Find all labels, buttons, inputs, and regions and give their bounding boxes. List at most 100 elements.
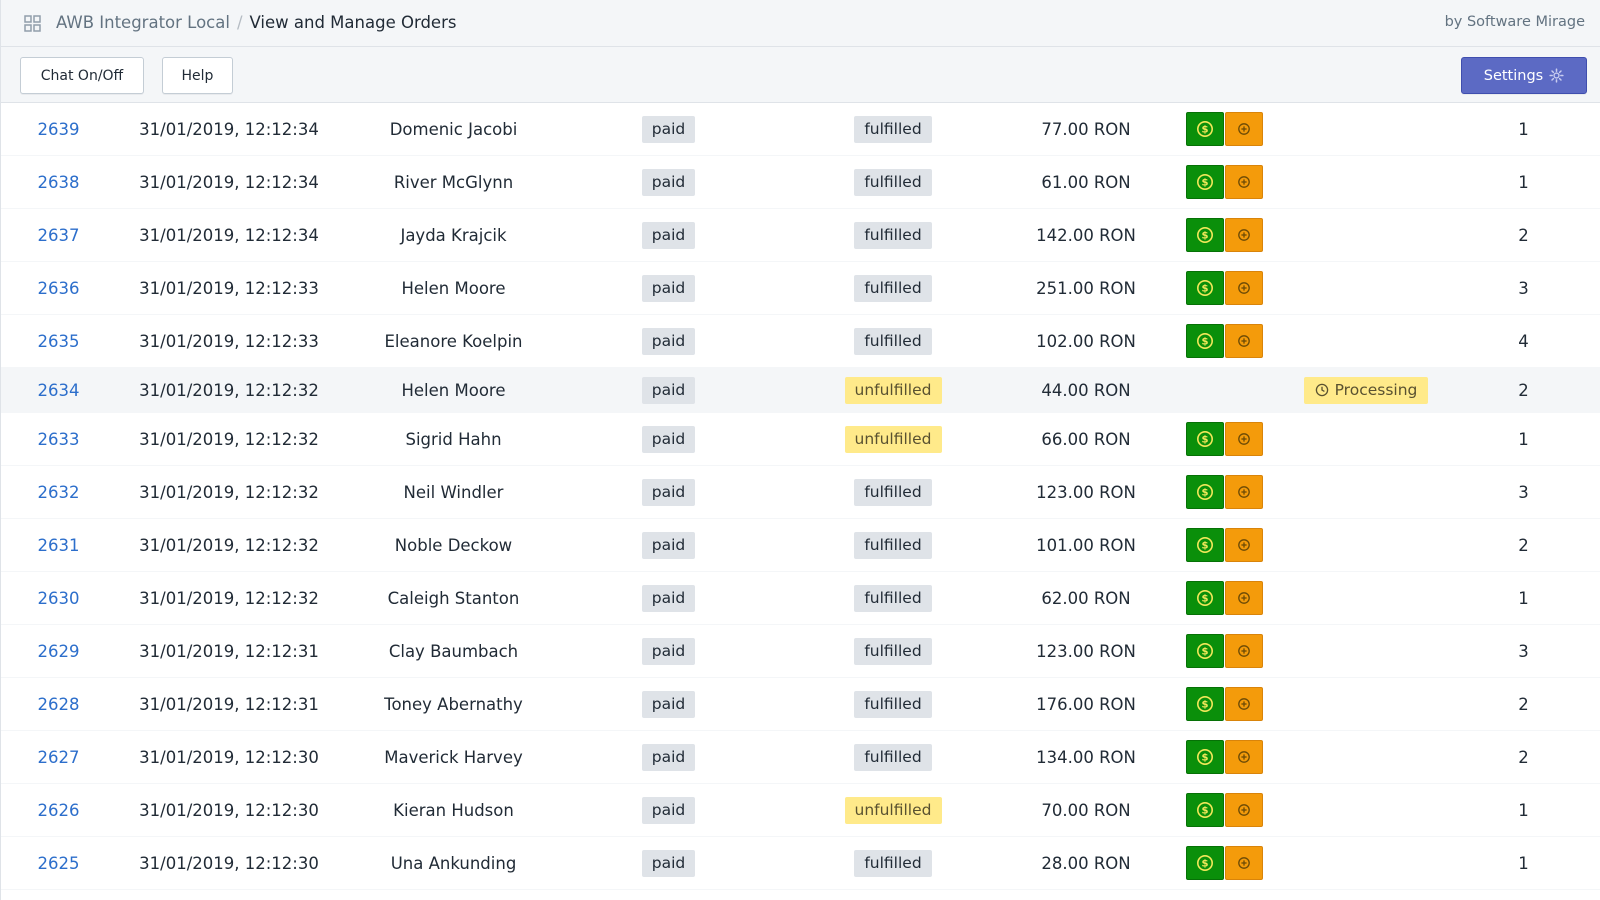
svg-text:$: $ <box>1202 700 1209 711</box>
payment-status-badge: paid <box>641 115 696 143</box>
table-row[interactable]: 2626 31/01/2019, 12:12:30 Kieran Hudson pai… <box>1 784 1600 837</box>
order-id-link[interactable]: 2637 <box>38 226 80 245</box>
add-awb-button[interactable] <box>1225 581 1263 615</box>
fulfillment-status-badge: fulfilled <box>854 690 932 718</box>
svg-text:$: $ <box>1202 125 1209 136</box>
add-awb-button[interactable] <box>1225 422 1263 456</box>
settings-button-label: Settings <box>1483 67 1544 84</box>
help-button[interactable]: Help <box>162 57 233 94</box>
order-date: 31/01/2019, 12:12:34 <box>139 225 319 245</box>
order-id-link[interactable]: 2625 <box>38 854 80 873</box>
dollar-circle-icon: $ <box>1196 430 1214 448</box>
table-row[interactable]: 2629 31/01/2019, 12:12:31 Clay Baumbach pai… <box>1 625 1600 678</box>
create-awb-button[interactable]: $ <box>1186 422 1224 456</box>
table-row[interactable]: 2627 31/01/2019, 12:12:30 Maverick Harvey p… <box>1 731 1600 784</box>
order-id-link[interactable]: 2629 <box>38 642 80 661</box>
svg-text:$: $ <box>1202 594 1209 605</box>
dollar-circle-icon: $ <box>1196 536 1214 554</box>
customer-name: Domenic Jacobi <box>389 119 518 139</box>
order-id-link[interactable]: 2630 <box>38 589 80 608</box>
svg-text:$: $ <box>1202 231 1209 242</box>
order-id-link[interactable]: 2633 <box>38 430 80 449</box>
order-id-link[interactable]: 2632 <box>38 483 80 502</box>
plus-circle-icon <box>1235 801 1253 819</box>
order-id-link[interactable]: 2635 <box>38 332 80 351</box>
add-awb-button[interactable] <box>1225 634 1263 668</box>
add-awb-button[interactable] <box>1225 165 1263 199</box>
table-row[interactable]: 2628 31/01/2019, 12:12:31 Toney Abernathy p… <box>1 678 1600 731</box>
create-awb-button[interactable]: $ <box>1186 218 1224 252</box>
table-row[interactable]: 2635 31/01/2019, 12:12:33 Eleanore Koelpin… <box>1 315 1600 368</box>
order-total: 134.00 RON <box>1036 747 1136 767</box>
create-awb-button[interactable]: $ <box>1186 271 1224 305</box>
item-quantity: 1 <box>1518 172 1529 192</box>
add-awb-button[interactable] <box>1225 846 1263 880</box>
order-id-link[interactable]: 2636 <box>38 279 80 298</box>
add-awb-button[interactable] <box>1225 271 1263 305</box>
apps-grid-icon[interactable] <box>24 15 41 32</box>
table-row[interactable]: 2637 31/01/2019, 12:12:34 Jayda Krajcik pai… <box>1 209 1600 262</box>
order-id-link[interactable]: 2631 <box>38 536 80 555</box>
table-row[interactable]: 2633 31/01/2019, 12:12:32 Sigrid Hahn paid u… <box>1 413 1600 466</box>
order-date: 31/01/2019, 12:12:31 <box>139 641 319 661</box>
customer-name: Maverick Harvey <box>384 747 523 767</box>
table-row[interactable]: 2634 31/01/2019, 12:12:32 Helen Moore paid u… <box>1 368 1600 413</box>
create-awb-button[interactable]: $ <box>1186 112 1224 146</box>
plus-circle-icon <box>1235 748 1253 766</box>
chat-toggle-button[interactable]: Chat On/Off <box>20 57 144 94</box>
add-awb-button[interactable] <box>1225 112 1263 146</box>
add-awb-button[interactable] <box>1225 793 1263 827</box>
fulfillment-status-badge: fulfilled <box>854 849 932 877</box>
row-actions: $ <box>1186 209 1276 261</box>
table-row[interactable]: 2625 31/01/2019, 12:12:30 Una Ankunding pai… <box>1 837 1600 890</box>
add-awb-button[interactable] <box>1225 528 1263 562</box>
add-awb-button[interactable] <box>1225 218 1263 252</box>
add-awb-button[interactable] <box>1225 324 1263 358</box>
order-date: 31/01/2019, 12:12:34 <box>139 172 319 192</box>
create-awb-button[interactable]: $ <box>1186 634 1224 668</box>
payment-status-badge: paid <box>641 690 696 718</box>
payment-status-badge: paid <box>641 274 696 302</box>
settings-button[interactable]: Settings <box>1461 57 1587 94</box>
table-row[interactable]: 2638 31/01/2019, 12:12:34 River McGlynn pai… <box>1 156 1600 209</box>
fulfillment-status-badge: fulfilled <box>854 221 932 249</box>
order-total: 66.00 RON <box>1041 429 1131 449</box>
table-row[interactable]: 2639 31/01/2019, 12:12:34 Domenic Jacobi pa… <box>1 103 1600 156</box>
order-id-link[interactable]: 2639 <box>38 120 80 139</box>
breadcrumb-separator: / <box>236 13 243 32</box>
order-id-link[interactable]: 2626 <box>38 801 80 820</box>
dollar-circle-icon: $ <box>1196 748 1214 766</box>
create-awb-button[interactable]: $ <box>1186 165 1224 199</box>
create-awb-button[interactable]: $ <box>1186 581 1224 615</box>
create-awb-button[interactable]: $ <box>1186 687 1224 721</box>
create-awb-button[interactable]: $ <box>1186 740 1224 774</box>
svg-text:$: $ <box>1202 859 1209 870</box>
create-awb-button[interactable]: $ <box>1186 846 1224 880</box>
item-quantity: 2 <box>1518 694 1529 714</box>
table-row[interactable]: 2632 31/01/2019, 12:12:32 Neil Windler paid… <box>1 466 1600 519</box>
table-row[interactable]: 2630 31/01/2019, 12:12:32 Caleigh Stanton p… <box>1 572 1600 625</box>
breadcrumb-app-link[interactable]: AWB Integrator Local <box>56 13 230 32</box>
item-quantity: 3 <box>1518 482 1529 502</box>
add-awb-button[interactable] <box>1225 687 1263 721</box>
dollar-circle-icon: $ <box>1196 854 1214 872</box>
order-total: 102.00 RON <box>1036 331 1136 351</box>
add-awb-button[interactable] <box>1225 475 1263 509</box>
create-awb-button[interactable]: $ <box>1186 475 1224 509</box>
table-row[interactable]: 2631 31/01/2019, 12:12:32 Noble Deckow paid… <box>1 519 1600 572</box>
order-id-link[interactable]: 2634 <box>38 381 80 400</box>
order-total: 142.00 RON <box>1036 225 1136 245</box>
row-actions: $ <box>1186 315 1276 367</box>
create-awb-button[interactable]: $ <box>1186 793 1224 827</box>
add-awb-button[interactable] <box>1225 740 1263 774</box>
create-awb-button[interactable]: $ <box>1186 324 1224 358</box>
fulfillment-status-badge: fulfilled <box>854 478 932 506</box>
row-actions: $ <box>1186 784 1276 836</box>
table-row[interactable]: 2636 31/01/2019, 12:12:33 Helen Moore paid f… <box>1 262 1600 315</box>
order-id-link[interactable]: 2627 <box>38 748 80 767</box>
item-quantity: 1 <box>1518 119 1529 139</box>
order-id-link[interactable]: 2638 <box>38 173 80 192</box>
dollar-circle-icon: $ <box>1196 483 1214 501</box>
order-id-link[interactable]: 2628 <box>38 695 80 714</box>
create-awb-button[interactable]: $ <box>1186 528 1224 562</box>
